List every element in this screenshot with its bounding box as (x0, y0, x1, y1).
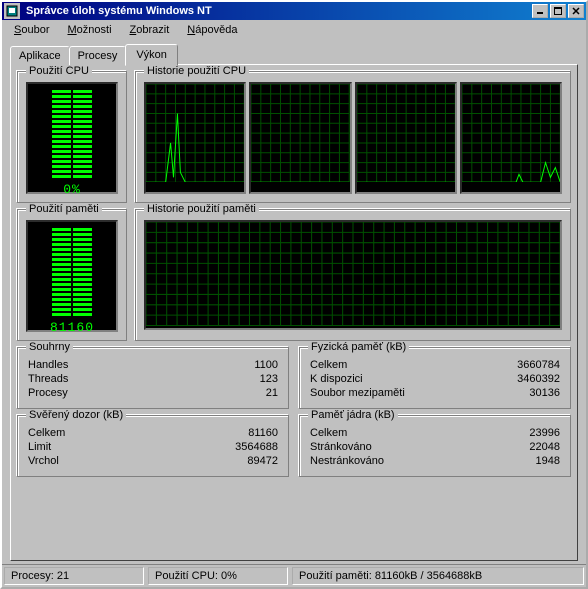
menu-file[interactable]: Soubor (6, 22, 57, 38)
tab-strip: Aplikace Procesy Výkon (10, 44, 578, 65)
content-area: Aplikace Procesy Výkon Použití CPU 0% Hi… (2, 40, 586, 564)
value: 23996 (529, 427, 560, 439)
tab-body-performance: Použití CPU 0% Historie použití CPU (10, 64, 578, 561)
menu-view[interactable]: Zobrazit (122, 22, 178, 38)
value: 1948 (536, 455, 560, 467)
group-legend: Fyzická paměť (kB) (308, 341, 409, 353)
label: Handles (28, 359, 68, 371)
totals-group: Souhrny Handles1100 Threads123 Procesy21 (17, 347, 289, 409)
label: Procesy (28, 387, 68, 399)
group-legend: Použití CPU (26, 65, 92, 77)
mem-value: 81160 (50, 320, 94, 335)
close-button[interactable] (568, 4, 584, 18)
group-legend: Použití paměti (26, 203, 102, 215)
value: 22048 (529, 441, 560, 453)
maximize-button[interactable] (550, 4, 566, 18)
minimize-button[interactable] (532, 4, 548, 18)
value: 89472 (247, 455, 278, 467)
commit-group: Svěřený dozor (kB) Celkem81160 Limit3564… (17, 415, 289, 477)
value: 3660784 (517, 359, 560, 371)
label: K dispozici (310, 373, 363, 385)
group-legend: Svěřený dozor (kB) (26, 409, 126, 421)
label: Stránkováno (310, 441, 372, 453)
cpu-graph-4 (460, 82, 562, 194)
tab-applications[interactable]: Aplikace (10, 46, 70, 65)
menu-options[interactable]: Možnosti (59, 22, 119, 38)
value: 30136 (529, 387, 560, 399)
tab-performance[interactable]: Výkon (125, 44, 178, 66)
label: Limit (28, 441, 51, 453)
tab-processes[interactable]: Procesy (69, 46, 127, 65)
value: 1100 (254, 359, 278, 371)
status-processes: Procesy: 21 (4, 567, 144, 585)
label: Soubor mezipaměti (310, 387, 405, 399)
kernel-group: Paměť jádra (kB) Celkem23996 Stránkováno… (299, 415, 571, 477)
status-cpu: Použití CPU: 0% (148, 567, 288, 585)
value: 3564688 (235, 441, 278, 453)
label: Vrchol (28, 455, 59, 467)
cpu-value: 0% (63, 182, 81, 197)
mem-usage-group: Použití paměti 81160 (17, 209, 127, 341)
mem-meter: 81160 (26, 220, 118, 332)
window-title: Správce úloh systému Windows NT (24, 5, 532, 17)
value: 21 (266, 387, 278, 399)
cpu-graph-3 (355, 82, 457, 194)
mem-graph (144, 220, 562, 330)
label: Threads (28, 373, 68, 385)
group-legend: Paměť jádra (kB) (308, 409, 398, 421)
menu-help[interactable]: Nápověda (179, 22, 245, 38)
value: 3460392 (517, 373, 560, 385)
cpu-meter: 0% (26, 82, 118, 194)
group-legend: Souhrny (26, 341, 73, 353)
cpu-history-group: Historie použití CPU (135, 71, 571, 203)
cpu-graph-2 (249, 82, 351, 194)
cpu-usage-group: Použití CPU 0% (17, 71, 127, 203)
titlebar[interactable]: Správce úloh systému Windows NT (2, 2, 586, 20)
group-legend: Historie použití paměti (144, 203, 259, 215)
cpu-graph-1 (144, 82, 246, 194)
task-manager-window: Správce úloh systému Windows NT Soubor M… (0, 0, 588, 589)
statusbar: Procesy: 21 Použití CPU: 0% Použití pamě… (2, 564, 586, 587)
mem-history-group: Historie použití paměti (135, 209, 571, 341)
app-icon (4, 3, 20, 19)
status-memory: Použití paměti: 81160kB / 3564688kB (292, 567, 584, 585)
menubar: Soubor Možnosti Zobrazit Nápověda (2, 20, 586, 40)
label: Celkem (28, 427, 65, 439)
value: 123 (260, 373, 278, 385)
label: Celkem (310, 427, 347, 439)
label: Celkem (310, 359, 347, 371)
value: 81160 (248, 427, 278, 439)
label: Nestránkováno (310, 455, 384, 467)
group-legend: Historie použití CPU (144, 65, 249, 77)
physmem-group: Fyzická paměť (kB) Celkem3660784 K dispo… (299, 347, 571, 409)
